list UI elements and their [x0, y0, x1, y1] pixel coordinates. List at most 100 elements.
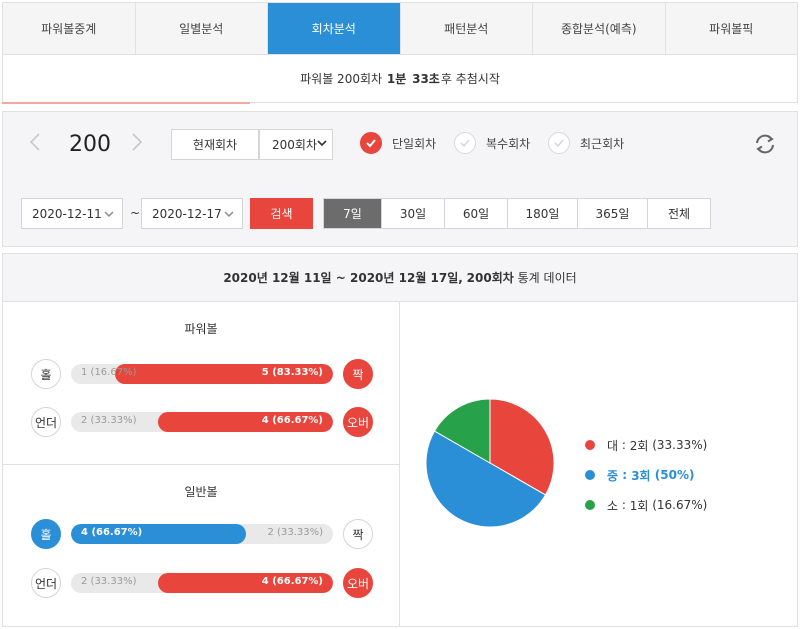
pie-legend: 대 : 2회 (33.33%) 중 : 3회 (50%) 소 : 1회 (16.… [585, 430, 707, 520]
date-from-value: 2020-12-11 [32, 206, 102, 221]
right-ratio-label: 2 (33.33%) [267, 527, 323, 538]
period-buttons: 7일 30일 60일 180일 365일 전체 [323, 198, 711, 229]
odd-badge: 홀 [31, 519, 61, 549]
tab-pattern-analysis[interactable]: 패턴분석 [401, 3, 533, 54]
powerball-under-over-row: 언더 2 (33.33%) 4 (66.67%) 오버 [31, 407, 373, 439]
chevron-down-icon [224, 211, 234, 217]
draw-countdown: 파워볼 200회차 1분 33초 후 추첨시작 [2, 55, 798, 103]
over-badge: 오버 [343, 568, 373, 598]
ratio-bar: 2 (33.33%) 4 (66.67%) [71, 412, 333, 432]
stats-header-date: 2020년 12월 11일 ~ 2020년 12월 17일, [223, 271, 463, 285]
legend-count: 2회 [629, 438, 649, 453]
legend-dot [585, 440, 595, 450]
right-ratio-label: 4 (66.67%) [261, 576, 323, 587]
even-badge: 짝 [343, 359, 373, 389]
legend-percent: (50%) [654, 468, 695, 482]
period-180d[interactable]: 180일 [508, 199, 578, 228]
check-icon [360, 132, 382, 154]
legend-dot [585, 500, 595, 510]
under-badge: 언더 [31, 568, 61, 598]
countdown-seconds: 33초 [412, 72, 440, 86]
under-badge: 언더 [31, 407, 61, 437]
option-recent-round[interactable]: 최근회차 [548, 132, 624, 154]
right-ratio-label: 4 (66.67%) [261, 415, 323, 426]
normalball-block: 일반볼 홀 4 (66.67%) 2 (33.33%) 짝 언더 2 (33.3… [3, 464, 399, 626]
legend-item-small: 소 : 1회 (16.67%) [585, 490, 707, 520]
tab-powerball-pick[interactable]: 파워볼픽 [666, 3, 798, 54]
option-multi-round-label: 복수회차 [486, 136, 531, 151]
legend-percent: (16.67%) [652, 498, 708, 512]
date-to-value: 2020-12-17 [152, 206, 222, 221]
odd-badge: 홀 [31, 359, 61, 389]
legend-percent: (33.33%) [652, 438, 708, 452]
right-ratio-label: 5 (83.33%) [261, 367, 323, 378]
countdown-minutes: 1분 [386, 72, 407, 86]
chevron-down-icon [104, 211, 114, 217]
powerball-title: 파워볼 [184, 322, 218, 336]
legend-count: 1회 [629, 498, 649, 513]
round-number: 200 [69, 132, 111, 157]
ratio-bar: 4 (66.67%) 2 (33.33%) [71, 524, 333, 544]
chevron-left-icon [29, 133, 40, 151]
option-multi-round[interactable]: 복수회차 [454, 132, 530, 154]
tab-prediction[interactable]: 종합분석(예측) [533, 3, 666, 54]
check-icon [548, 132, 570, 154]
stats-header-suffix: 통계 데이터 [517, 271, 577, 285]
date-separator: ~ [130, 206, 141, 220]
normalball-odd-even-row: 홀 4 (66.67%) 2 (33.33%) 짝 [31, 519, 373, 551]
size-pie-chart [425, 398, 555, 528]
legend-item-large: 대 : 2회 (33.33%) [585, 430, 707, 460]
round-select[interactable]: 200회차 [259, 129, 333, 160]
left-ratio-label: 1 (16.67%) [81, 367, 137, 378]
chevron-right-icon [132, 133, 143, 151]
check-icon [454, 132, 476, 154]
tab-daily-analysis[interactable]: 일별분석 [136, 3, 268, 54]
size-distribution: 대 : 2회 (33.33%) 중 : 3회 (50%) 소 : 1회 (16.… [401, 302, 797, 626]
powerball-odd-even-row: 홀 1 (16.67%) 5 (83.33%) 짝 [31, 359, 373, 391]
legend-item-medium: 중 : 3회 (50%) [585, 460, 707, 490]
legend-name: 대 [607, 438, 619, 453]
normalball-title: 일반볼 [184, 485, 218, 499]
stats-section: 2020년 12월 11일 ~ 2020년 12월 17일, 200회차 통계 … [2, 253, 798, 627]
legend-dot [585, 470, 595, 480]
left-ratio-label: 4 (66.67%) [81, 527, 143, 538]
even-badge: 짝 [343, 519, 373, 549]
main-tabs: 파워볼중계 일별분석 회차분석 패턴분석 종합분석(예측) 파워볼픽 [2, 2, 798, 55]
date-to-select[interactable]: 2020-12-17 [141, 198, 243, 229]
normalball-under-over-row: 언더 2 (33.33%) 4 (66.67%) 오버 [31, 568, 373, 600]
period-7d[interactable]: 7일 [324, 199, 382, 228]
next-round-button[interactable] [131, 132, 143, 157]
over-badge: 오버 [343, 407, 373, 437]
control-panel: 200 현재회차 200회차 단일회차 복수회차 최근회차 2020-12-11… [2, 111, 798, 247]
left-ratio-label: 2 (33.33%) [81, 415, 137, 426]
legend-name: 소 [607, 498, 619, 513]
legend-count: 3회 [631, 468, 651, 483]
date-from-select[interactable]: 2020-12-11 [21, 198, 123, 229]
prev-round-button[interactable] [29, 132, 41, 157]
chevron-down-icon [317, 138, 327, 151]
period-all[interactable]: 전체 [648, 199, 710, 228]
stats-header: 2020년 12월 11일 ~ 2020년 12월 17일, 200회차 통계 … [3, 254, 797, 302]
tab-live[interactable]: 파워볼중계 [3, 3, 136, 54]
option-recent-round-label: 최근회차 [580, 136, 625, 151]
option-single-round-label: 단일회차 [392, 136, 437, 151]
current-round-button[interactable]: 현재회차 [171, 129, 259, 160]
legend-name: 중 [607, 468, 619, 483]
countdown-progress [2, 102, 250, 104]
refresh-icon [756, 134, 774, 154]
refresh-button[interactable] [753, 132, 777, 156]
search-button[interactable]: 검색 [250, 198, 313, 229]
option-single-round[interactable]: 단일회차 [360, 132, 436, 154]
ratio-bar: 1 (16.67%) 5 (83.33%) [71, 364, 333, 384]
countdown-suffix: 후 추첨시작 [440, 72, 500, 86]
left-ratio-label: 2 (33.33%) [81, 576, 137, 587]
period-30d[interactable]: 30일 [382, 199, 445, 228]
tab-round-analysis[interactable]: 회차분석 [268, 3, 401, 54]
period-60d[interactable]: 60일 [445, 199, 508, 228]
powerball-block: 파워볼 홀 1 (16.67%) 5 (83.33%) 짝 언더 2 (33.3… [3, 302, 399, 464]
stats-header-round: 200회차 [466, 271, 514, 285]
ratio-bar: 2 (33.33%) 4 (66.67%) [71, 573, 333, 593]
round-select-value: 200회차 [272, 138, 317, 152]
countdown-prefix: 파워볼 200회차 [300, 72, 383, 86]
period-365d[interactable]: 365일 [578, 199, 648, 228]
